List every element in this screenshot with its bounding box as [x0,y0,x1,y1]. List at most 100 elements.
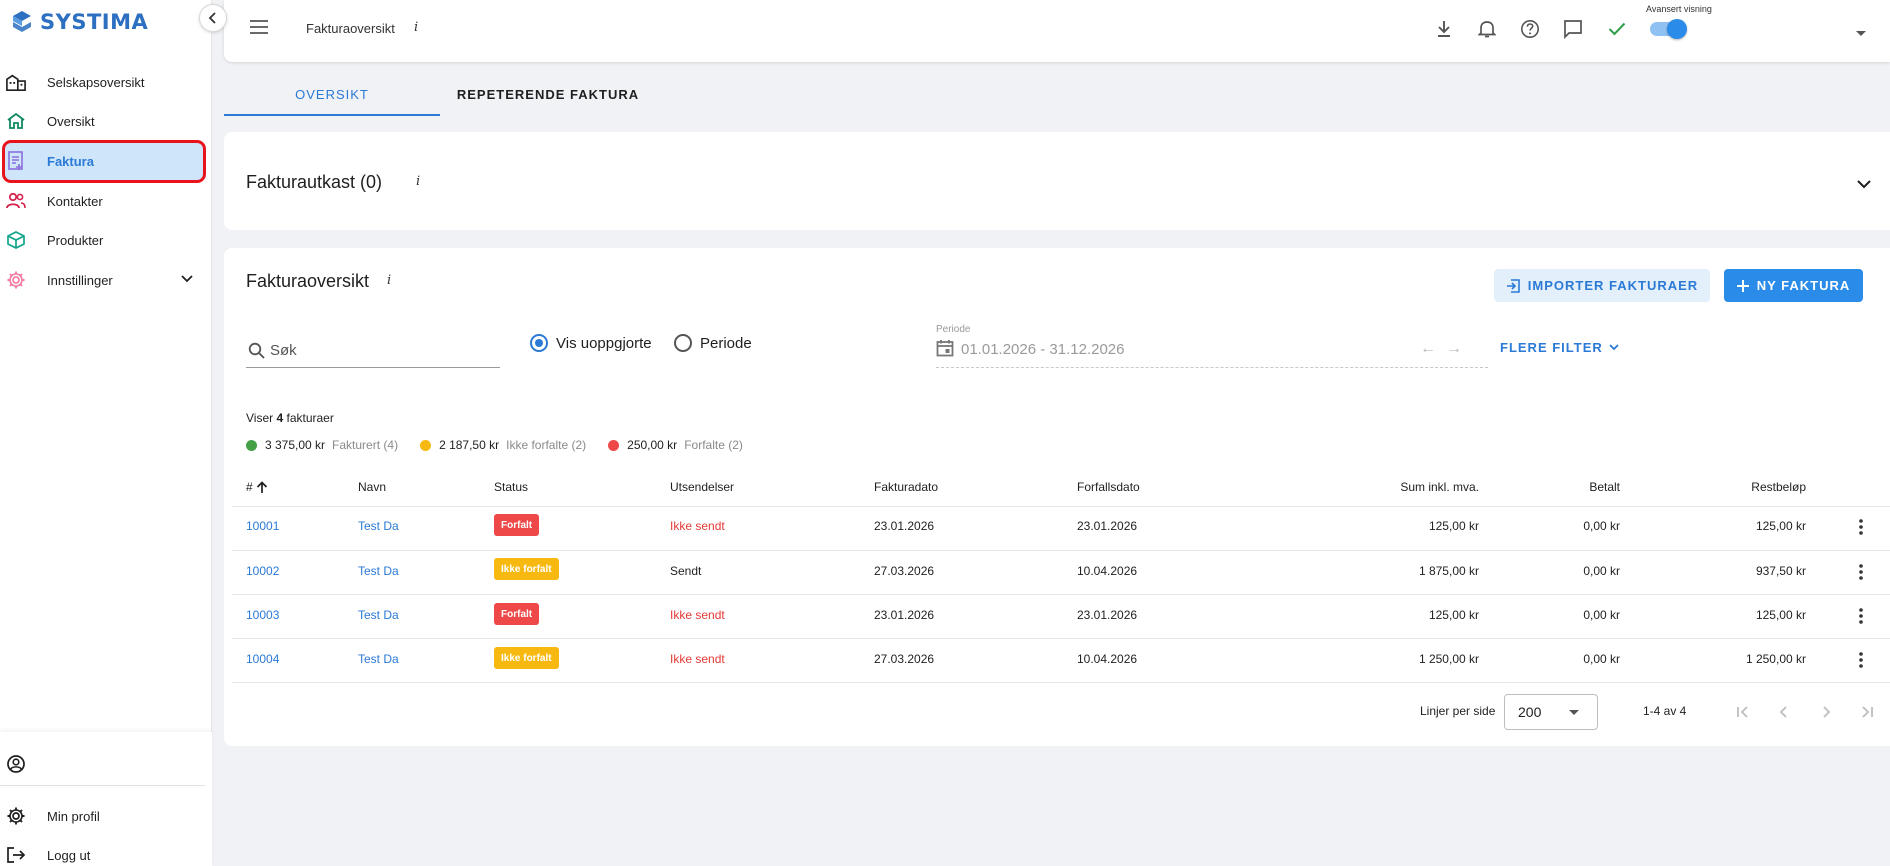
box-icon [6,230,26,250]
menu-icon[interactable] [250,20,268,39]
sidebar-item-innstillinger[interactable]: Innstillinger [0,261,212,299]
more-vert-icon[interactable] [1852,563,1870,581]
arrow-up-icon [256,480,267,493]
status-badge: Forfalt [494,603,540,625]
column-header-rest[interactable]: Restbeløp [1706,480,1806,494]
settings-icon [6,806,26,826]
rest-value: 125,00 kr [1755,608,1806,622]
draft-panel[interactable]: Fakturautkast (0) i [224,132,1890,230]
column-header-invoice-date[interactable]: Fakturadato [874,480,938,494]
import-invoices-button[interactable]: IMPORTER FAKTURAER [1494,269,1710,302]
invoice-number-link[interactable]: 10003 [246,608,279,622]
info-icon[interactable]: i [387,273,391,288]
checkmark-icon[interactable] [1605,17,1629,41]
rows-per-page-label: Linjer per side [1420,704,1496,718]
sent-status: Ikke sendt [670,519,725,533]
radio-unchecked-icon [674,334,692,352]
next-page-icon[interactable] [1814,700,1838,724]
period-field[interactable]: Periode 01.01.2026 - 31.12.2026 ←→ [936,324,1488,368]
column-header-due-date[interactable]: Forfallsdato [1077,480,1140,494]
calendar-icon [936,340,954,357]
due-date: 10.04.2026 [1077,652,1138,666]
invoice-number-link[interactable]: 10002 [246,564,279,578]
download-icon[interactable] [1432,17,1456,41]
rest-value: 937,50 kr [1755,564,1806,578]
radio-label: Vis uoppgjorte [556,334,652,352]
sidebar-item-selskapsoversikt[interactable]: Selskapsoversikt [0,63,212,101]
rows-per-page-select[interactable]: 200 [1504,694,1598,730]
first-page-icon[interactable] [1731,700,1755,724]
sidebar-item-produkter[interactable]: Produkter [0,221,212,259]
divider [232,682,1890,683]
more-vert-icon[interactable] [1852,651,1870,669]
sidebar-item-oversikt[interactable]: Oversikt [0,102,212,140]
divider [232,638,1890,639]
account-circle-icon[interactable] [6,754,26,779]
chat-icon[interactable] [1561,17,1585,41]
invoice-number-link[interactable]: 10001 [246,519,279,533]
sidebar-item-label: Faktura [47,153,94,169]
new-invoice-button[interactable]: NY FAKTURA [1724,269,1863,302]
invoice-date: 27.03.2026 [874,564,935,578]
customer-name-link[interactable]: Test Da [358,519,399,533]
info-icon[interactable]: i [416,174,420,189]
sidebar-collapse-button[interactable] [199,4,227,32]
bell-icon[interactable] [1475,17,1499,41]
search-field[interactable] [246,332,500,368]
paid-value: 0,00 kr [1583,652,1620,666]
chevron-down-icon[interactable] [1856,176,1872,194]
column-header-sum[interactable]: Sum inkl. mva. [1324,480,1479,494]
page-title: Fakturaoversikt [306,21,395,36]
sidebar: SYSTIMA Selskapsoversikt Oversikt Faktur… [0,0,212,866]
due-date: 23.01.2026 [1077,519,1138,533]
help-icon[interactable] [1518,17,1542,41]
more-vert-icon[interactable] [1852,607,1870,625]
logo[interactable]: SYSTIMA [10,8,148,36]
column-header-number[interactable]: # [246,480,268,494]
radio-period[interactable]: Periode [674,334,752,352]
more-vert-icon[interactable] [1852,518,1870,536]
info-icon[interactable]: i [414,20,418,35]
logout-icon [6,845,26,865]
sidebar-item-faktura[interactable]: Faktura [0,142,212,180]
status-badge: Ikke forfalt [494,558,559,580]
column-header-sent[interactable]: Utsendelser [670,480,734,494]
radio-unsettled[interactable]: Vis uoppgjorte [530,334,652,352]
advanced-view-toggle[interactable] [1650,19,1687,39]
toggle-knob [1667,19,1687,39]
caret-down-icon[interactable] [1856,24,1866,42]
divider [232,550,1890,551]
sum-value: 125,00 kr [1428,608,1479,622]
tab-repeterende-faktura[interactable]: REPETERENDE FAKTURA [440,80,656,116]
column-header-name[interactable]: Navn [358,480,386,494]
contacts-icon [6,191,26,211]
invoice-number-link[interactable]: 10004 [246,652,279,666]
customer-name-link[interactable]: Test Da [358,608,399,622]
overview-title: Fakturaoversikt [246,271,370,291]
invoice-overview-panel: Fakturaoversikt i IMPORTER FAKTURAER NY … [224,248,1890,746]
period-label: Periode [936,324,971,335]
tab-oversikt[interactable]: OVERSIKT [224,80,440,116]
sidebar-item-logg-ut[interactable]: Logg ut [0,836,212,866]
sidebar-item-label: Innstillinger [47,272,113,288]
last-page-icon[interactable] [1855,700,1879,724]
customer-name-link[interactable]: Test Da [358,564,399,578]
home-icon [6,111,26,131]
invoice-icon [6,151,26,171]
period-nav-arrows[interactable]: ←→ [1420,340,1472,358]
sidebar-item-label: Selskapsoversikt [47,74,145,90]
previous-page-icon[interactable] [1772,700,1796,724]
rows-per-page-value: 200 [1518,704,1542,720]
column-header-paid[interactable]: Betalt [1520,480,1620,494]
sidebar-item-min-profil[interactable]: Min profil [0,797,212,835]
sidebar-item-label: Kontakter [47,193,103,209]
sidebar-item-kontakter[interactable]: Kontakter [0,182,212,220]
customer-name-link[interactable]: Test Da [358,652,399,666]
logo-text: SYSTIMA [40,10,149,34]
chevron-down-icon [180,271,194,289]
search-input[interactable] [270,342,490,359]
column-header-status[interactable]: Status [494,480,528,494]
more-filters-button[interactable]: FLERE FILTER [1500,340,1619,355]
plus-icon [1736,279,1749,292]
status-dot-yellow [420,439,432,451]
